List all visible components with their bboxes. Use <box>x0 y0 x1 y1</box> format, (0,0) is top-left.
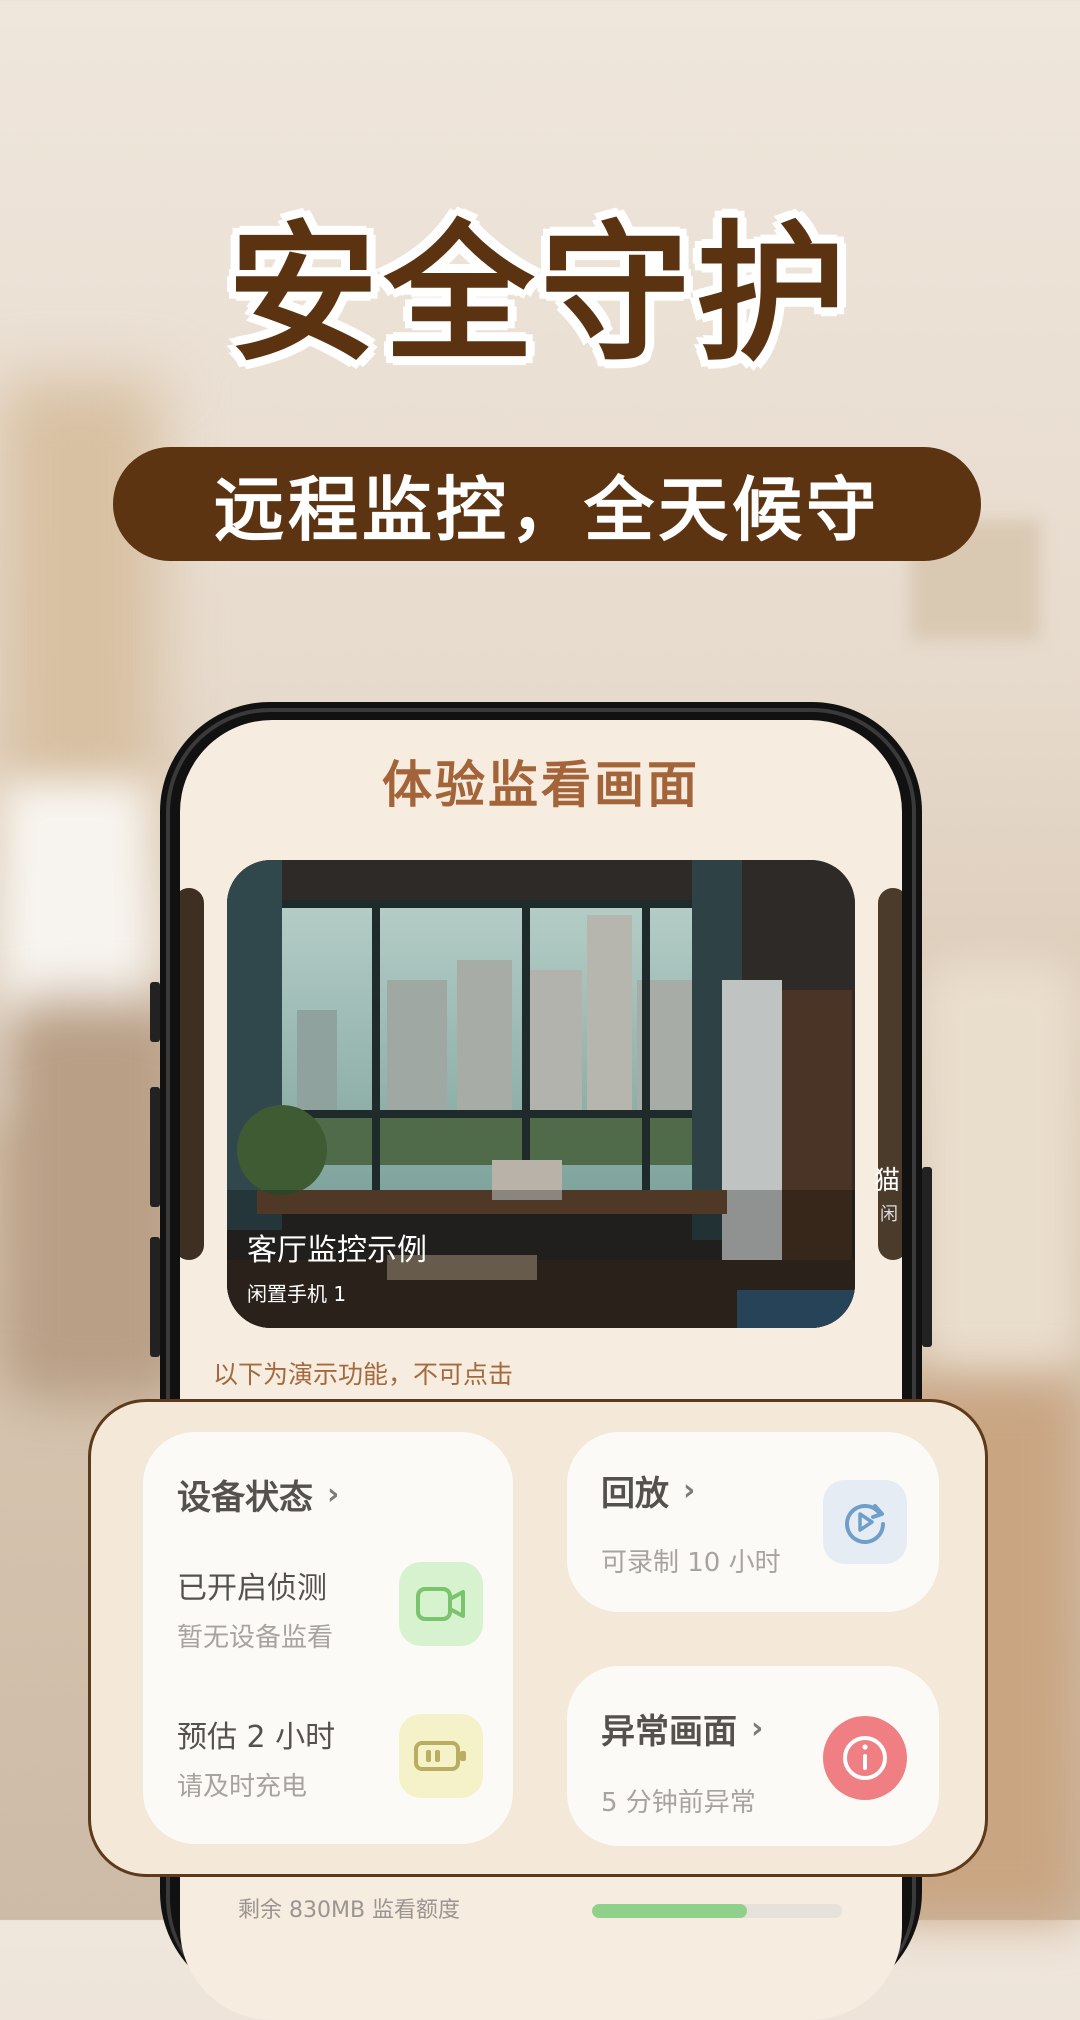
feature-panel: 设备状态 › 已开启侦测 暂无设备监看 预估 2 小时 请及时充电 回放 › 可… <box>88 1399 988 1877</box>
quota-text: 剩余 830MB 监看额度 <box>238 1898 461 1923</box>
quota-progress-bar <box>592 1904 842 1918</box>
detection-status: 已开启侦测 <box>177 1571 327 1606</box>
anomaly-title: 异常画面 <box>601 1712 737 1752</box>
battery-icon <box>399 1714 483 1798</box>
chevron-right-icon: › <box>683 1473 696 1508</box>
playback-card[interactable]: 回放 › 可录制 10 小时 <box>567 1432 939 1612</box>
detection-substatus: 暂无设备监看 <box>177 1623 334 1653</box>
background-sofa <box>920 960 1080 1380</box>
screen-title: 体验监看画面 <box>382 756 700 814</box>
playback-subtitle: 可录制 10 小时 <box>601 1548 781 1578</box>
device-status-title: 设备状态 <box>177 1478 313 1518</box>
carousel-peek-left[interactable] <box>180 888 204 1260</box>
alert-icon <box>823 1716 907 1800</box>
anomaly-subtitle: 5 分钟前异常 <box>601 1788 756 1818</box>
video-camera-icon <box>399 1562 483 1646</box>
phone-side-button <box>150 982 160 1042</box>
headline: 安全守护 <box>227 208 852 382</box>
replay-icon <box>823 1480 907 1564</box>
subtitle-banner: 远程监控，全天候守 <box>113 447 981 561</box>
chevron-right-icon: › <box>751 1711 764 1746</box>
battery-estimate: 预估 2 小时 <box>177 1720 336 1755</box>
chevron-right-icon: › <box>327 1477 340 1512</box>
camera-title: 客厅监控示例 <box>247 1233 427 1268</box>
phone-volume-up <box>150 1087 160 1207</box>
phone-volume-down <box>150 1237 160 1357</box>
peek-right-sub: 闲 <box>880 1204 898 1225</box>
anomaly-header[interactable]: 异常画面 › <box>601 1704 763 1753</box>
camera-preview-card[interactable]: 客厅监控示例 闲置手机 1 <box>227 860 855 1328</box>
quota-progress-fill <box>592 1904 747 1918</box>
battery-hint: 请及时充电 <box>177 1772 308 1802</box>
peek-right-label: 猫 <box>873 1166 900 1196</box>
device-status-card[interactable]: 设备状态 › 已开启侦测 暂无设备监看 预估 2 小时 请及时充电 <box>143 1432 513 1844</box>
camera-subtitle: 闲置手机 1 <box>247 1282 347 1306</box>
playback-header[interactable]: 回放 › <box>601 1466 695 1515</box>
phone-power-button <box>922 1167 932 1347</box>
subtitle-text: 远程监控，全天候守 <box>214 468 880 551</box>
playback-title: 回放 <box>601 1474 669 1514</box>
demo-note: 以下为演示功能，不可点击 <box>213 1360 514 1389</box>
anomaly-card[interactable]: 异常画面 › 5 分钟前异常 <box>567 1666 939 1846</box>
device-status-header[interactable]: 设备状态 › <box>177 1470 339 1519</box>
